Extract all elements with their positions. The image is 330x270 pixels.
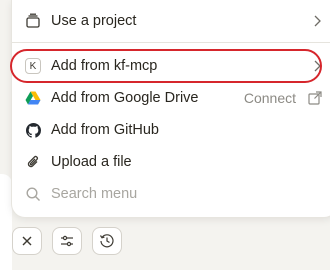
history-button[interactable]	[92, 227, 122, 255]
sliders-icon	[61, 235, 73, 247]
menu-item-label: Add from Google Drive	[51, 90, 199, 106]
menu-item-label: Upload a file	[51, 154, 132, 170]
kf-mcp-badge: K	[25, 58, 41, 74]
search-input[interactable]: Search menu	[51, 186, 137, 202]
kf-mcp-badge-icon: K	[24, 57, 42, 75]
menu-item-label: Add from GitHub	[51, 122, 159, 138]
chevron-right-icon	[314, 15, 321, 27]
external-link-icon	[308, 91, 322, 105]
paperclip-icon	[24, 153, 42, 171]
close-button[interactable]	[12, 227, 42, 255]
google-drive-icon	[24, 89, 42, 107]
menu-item-upload-file[interactable]: Upload a file	[12, 146, 330, 178]
search-icon	[24, 185, 42, 203]
attachment-menu: Use a project K Add from kf-mcp Add from…	[10, 0, 330, 218]
menu-item-add-from-google-drive[interactable]: Add from Google Drive Connect	[12, 82, 330, 114]
menu-item-label: Add from kf-mcp	[51, 58, 158, 74]
menu-item-label: Use a project	[51, 13, 137, 29]
menu-item-add-from-kf-mcp[interactable]: K Add from kf-mcp	[12, 50, 330, 82]
close-icon	[22, 236, 32, 246]
history-clock-icon	[99, 234, 114, 248]
menu-divider	[12, 42, 330, 43]
settings-sliders-button[interactable]	[52, 227, 82, 255]
chevron-right-icon	[314, 60, 321, 72]
github-icon	[24, 121, 42, 139]
menu-item-add-from-github[interactable]: Add from GitHub	[12, 114, 330, 146]
menu-item-use-project[interactable]: Use a project	[12, 5, 330, 37]
menu-search[interactable]: Search menu	[12, 178, 330, 210]
project-stack-icon	[24, 12, 42, 30]
connect-link[interactable]: Connect	[244, 90, 296, 106]
